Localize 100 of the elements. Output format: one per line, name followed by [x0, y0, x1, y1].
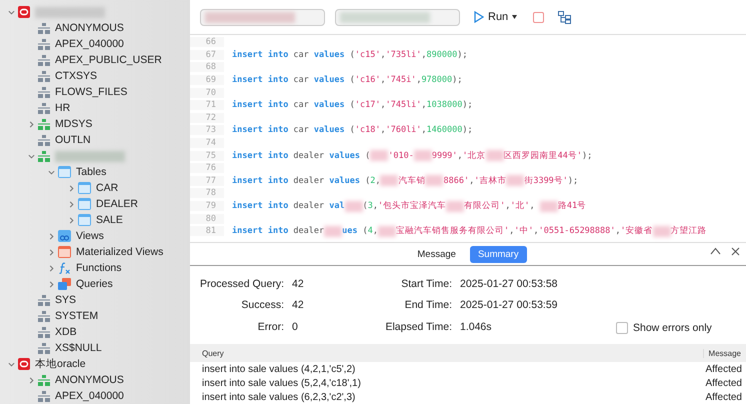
table-cell: insert into sale values (5,2,4,'c18',1)	[202, 378, 361, 388]
column-header: Query	[201, 348, 225, 358]
chevron-right-icon[interactable]	[28, 376, 34, 384]
chevron-right-icon[interactable]	[48, 280, 54, 288]
tree-item[interactable]: XS$NULL	[55, 342, 102, 354]
tree-item[interactable]: SYS	[55, 294, 76, 306]
collapse-icon[interactable]	[710, 247, 721, 255]
code-line: insert into dealer val (3,'包头市宝泽汽车 有限公司','北', 路41号	[232, 200, 586, 212]
stop-button[interactable]	[531, 10, 546, 24]
schema-icon	[38, 294, 50, 306]
schema-icon	[38, 86, 50, 98]
code-line: insert into car values ('c15','735li',890000);	[232, 50, 468, 60]
chevron-right-icon[interactable]	[68, 184, 74, 192]
stat-value: 0	[292, 320, 299, 335]
database-connection-icon	[18, 358, 30, 370]
chevron-down-icon[interactable]	[8, 8, 14, 16]
schema-icon	[38, 326, 50, 338]
tree-item[interactable]: APEX_040000	[55, 390, 124, 402]
tree-item[interactable]: XDB	[55, 326, 77, 338]
tree-item[interactable]: APEX_PUBLIC_USER	[55, 54, 162, 66]
stat-label: Error:	[256, 320, 285, 335]
checkbox-label: Show errors only	[633, 322, 712, 334]
close-icon[interactable]	[731, 247, 740, 256]
tree-item[interactable]: FLOWS_FILES	[55, 86, 128, 98]
code-line: insert into dealer values (2, 汽车销 8866','吉林市 街3399号');	[232, 174, 578, 187]
query-icon	[58, 278, 71, 290]
tree-item[interactable]: MDSYS	[55, 118, 92, 130]
table-cell: Affected	[705, 392, 742, 402]
tree-item[interactable]: Views	[76, 230, 104, 242]
line-number: 69	[190, 75, 224, 86]
tree-item[interactable]: Functions	[76, 262, 122, 274]
code-line: insert into car values ('c18','760li',1460000);	[232, 125, 473, 136]
tree-item[interactable]: Tables	[76, 166, 106, 178]
explain-plan-button[interactable]	[556, 8, 574, 26]
stat-label: Start Time:	[400, 278, 453, 292]
code-line: insert into car values ('c16','745i',978000);	[232, 75, 462, 86]
chevron-right-icon[interactable]	[48, 264, 54, 272]
schema-icon	[38, 102, 50, 114]
tree-item[interactable]: Queries	[76, 278, 113, 290]
schema-icon	[38, 38, 50, 50]
code-line: insert into car values ('c17','745li',1038000);	[232, 100, 473, 110]
tree-item[interactable]: Materialized Views	[76, 246, 164, 258]
tree-item[interactable]: ANONYMOUS	[55, 374, 124, 386]
line-number: 75	[190, 150, 224, 161]
stat-label: End Time:	[404, 299, 453, 314]
table-icon	[78, 198, 91, 210]
play-icon	[474, 11, 484, 23]
chevron-down-icon[interactable]	[48, 168, 54, 176]
tree-item[interactable]: APEX_040000	[55, 38, 124, 50]
schema-icon	[38, 342, 50, 354]
stat-value: 2025-01-27 00:53:59	[460, 299, 558, 314]
table-cell: insert into sale values (4,2,1,'c5',2)	[202, 364, 356, 374]
tree-item[interactable]: SALE	[96, 214, 123, 226]
results-tab[interactable]: Message	[409, 246, 464, 262]
tree-item[interactable]: 本地oracle	[35, 357, 86, 371]
stat-label: Elapsed Time:	[384, 320, 453, 335]
tree-item[interactable]: CAR	[96, 182, 118, 194]
table-icon	[78, 182, 91, 194]
stat-value: 1.046s	[460, 320, 493, 335]
tree-item[interactable]: ANONYMOUS	[55, 22, 124, 34]
schema-icon	[38, 54, 50, 66]
run-button[interactable]: Run	[470, 9, 522, 25]
chevron-right-icon[interactable]	[48, 248, 54, 256]
function-icon	[58, 262, 71, 274]
table-icon	[78, 214, 91, 226]
results-tab[interactable]: Summary	[470, 246, 527, 262]
chevron-right-icon[interactable]	[68, 200, 74, 208]
schema-icon	[38, 390, 50, 402]
chevron-right-icon[interactable]	[28, 120, 34, 128]
tree-item[interactable]: HR	[55, 102, 70, 114]
checkbox[interactable]	[616, 322, 628, 334]
tree-item[interactable]: DEALER	[96, 198, 138, 210]
stat-label: Success:	[240, 299, 285, 314]
line-number: 71	[190, 100, 224, 110]
table-cell: insert into sale values (6,2,3,'c2',3)	[202, 392, 356, 402]
tree-item[interactable]: CTXSYS	[55, 70, 98, 82]
line-number: 81	[190, 226, 224, 236]
line-number: 79	[190, 201, 224, 212]
schema-icon	[38, 310, 50, 322]
schema-icon	[38, 70, 50, 82]
schema-icon	[38, 374, 50, 386]
chevron-right-icon[interactable]	[68, 216, 74, 224]
line-number: 70	[190, 88, 224, 98]
line-number: 73	[190, 125, 224, 136]
schema-icon	[38, 118, 50, 130]
tree-item[interactable]: SYSTEM	[55, 310, 98, 322]
column-header: Message	[702, 348, 746, 358]
chevron-right-icon[interactable]	[48, 232, 54, 240]
tree-item[interactable]: OUTLN	[55, 134, 91, 146]
code-line: insert into dealer ues (4, 宝融汽车销售服务有限公司','中','0551-65298888','安徽省 方望江路	[232, 225, 707, 238]
schema-icon	[38, 134, 50, 146]
table-cell: Affected	[705, 378, 742, 388]
line-number: 76	[190, 163, 224, 174]
line-number: 77	[190, 176, 224, 186]
chevron-down-icon[interactable]	[8, 360, 14, 368]
line-number: 68	[190, 62, 224, 72]
stat-value: 42	[292, 299, 305, 314]
line-number: 80	[190, 214, 224, 224]
chevron-down-icon[interactable]	[28, 152, 34, 160]
schema-icon	[38, 22, 50, 34]
